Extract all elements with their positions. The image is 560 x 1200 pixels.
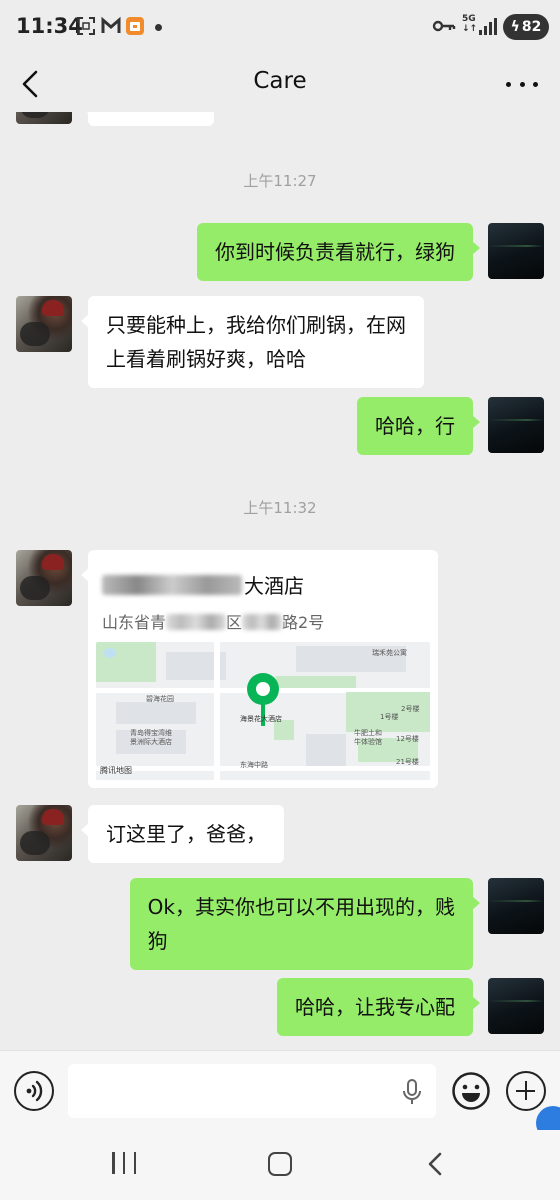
my-avatar[interactable] bbox=[488, 878, 544, 934]
message-bubble-sent[interactable]: 你到时候负责看就行，绿狗 bbox=[197, 223, 480, 281]
redacted-text bbox=[166, 614, 227, 630]
timestamp: 上午11:32 bbox=[243, 499, 317, 517]
home-icon[interactable] bbox=[268, 1152, 292, 1176]
location-name: 大酒店 bbox=[102, 570, 304, 599]
contact-avatar[interactable] bbox=[16, 550, 72, 606]
location-card[interactable]: 大酒店 山东省青区路2号 瑞禾苑公寓 碧海花园 青岛得宝湾维 景洲际大酒店 2号… bbox=[81, 550, 438, 788]
location-map[interactable]: 瑞禾苑公寓 碧海花园 青岛得宝湾维 景洲际大酒店 2号楼 1号楼 牛肥土和 牛体… bbox=[96, 642, 430, 780]
message-bubble-received[interactable]: 订这里了，爸爸， bbox=[81, 805, 284, 863]
recent-apps-icon[interactable] bbox=[112, 1152, 136, 1174]
contact-avatar[interactable] bbox=[16, 296, 72, 352]
pin-label: 海景花大酒店 bbox=[240, 715, 282, 723]
status-time: 11:34 bbox=[16, 14, 83, 38]
charging-icon: ϟ bbox=[510, 19, 520, 35]
timestamp: 上午11:27 bbox=[243, 172, 317, 190]
plus-icon[interactable] bbox=[506, 1071, 546, 1111]
battery-indicator: ϟ 82 bbox=[503, 14, 549, 40]
redacted-text bbox=[242, 614, 283, 630]
screenshot-icon bbox=[77, 17, 95, 35]
my-avatar[interactable] bbox=[488, 223, 544, 279]
nav-back-icon[interactable] bbox=[424, 1150, 448, 1178]
app-notification-icon bbox=[126, 17, 144, 35]
notification-dot bbox=[155, 24, 162, 31]
input-bar bbox=[0, 1050, 560, 1130]
key-icon bbox=[432, 20, 456, 32]
gmail-icon bbox=[101, 16, 121, 33]
network-type: 5G ↓↑ bbox=[462, 14, 478, 34]
message-input[interactable] bbox=[68, 1064, 436, 1118]
voice-icon[interactable] bbox=[14, 1071, 54, 1111]
message-bubble-received[interactable] bbox=[81, 112, 214, 126]
message-bubble-sent[interactable]: 哈哈，让我专心配 bbox=[277, 978, 480, 1036]
message-bubble-received[interactable]: 只要能种上，我给你们刷锅，在网 上看着刷锅好爽，哈哈 bbox=[81, 296, 424, 388]
system-nav-bar bbox=[0, 1130, 560, 1200]
redacted-text bbox=[102, 575, 242, 595]
my-avatar[interactable] bbox=[488, 978, 544, 1034]
emoji-icon[interactable] bbox=[451, 1071, 491, 1111]
location-address: 山东省青区路2号 bbox=[102, 613, 325, 632]
signal-icon bbox=[479, 18, 497, 35]
chat-title: Care bbox=[253, 68, 307, 94]
contact-avatar[interactable] bbox=[16, 805, 72, 861]
message-bubble-sent[interactable]: 哈哈，行 bbox=[357, 397, 480, 455]
message-bubble-sent[interactable]: Ok，其实你也可以不用出现的，贱 狗 bbox=[129, 878, 481, 970]
contact-avatar[interactable] bbox=[16, 112, 72, 124]
map-brand-logo: 腾讯地图 bbox=[100, 766, 132, 775]
my-avatar[interactable] bbox=[488, 397, 544, 453]
status-bar: 11:34 5G ↓↑ ϟ 82 bbox=[0, 0, 560, 56]
message-list[interactable]: 上午11:27 你到时候负责看就行，绿狗 只要能种上，我给你们刷锅，在网 上看着… bbox=[0, 112, 560, 1050]
mic-icon[interactable] bbox=[402, 1079, 422, 1105]
more-options-icon[interactable] bbox=[506, 70, 538, 98]
chat-header: Care bbox=[0, 56, 560, 112]
